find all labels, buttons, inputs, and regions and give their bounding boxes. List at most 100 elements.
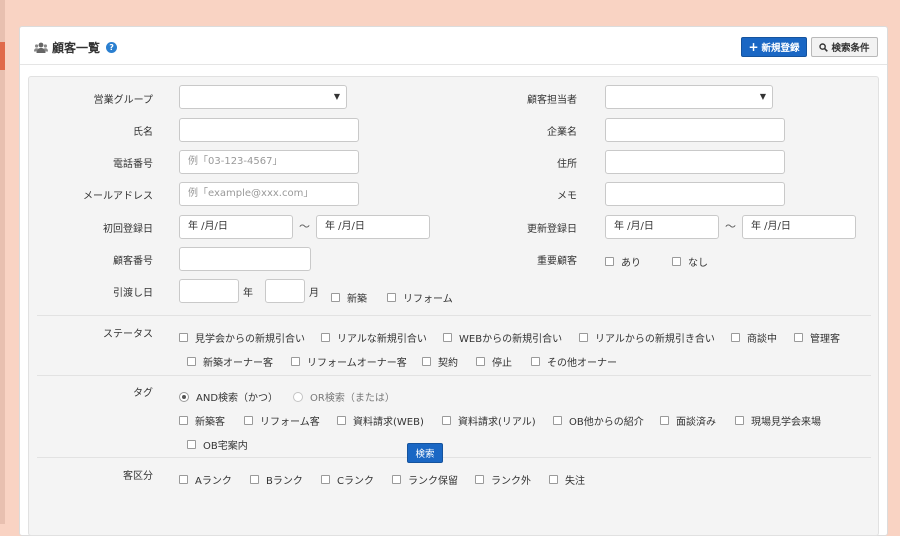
checkbox-icon xyxy=(179,333,188,342)
search-conditions-label: 検索条件 xyxy=(831,43,870,54)
option-label: リアルな新規引合い xyxy=(337,334,427,345)
company-label: 企業名 xyxy=(547,127,577,138)
checkbox-icon xyxy=(605,257,614,266)
handover-reform-checkbox[interactable]: リフォーム xyxy=(387,290,453,305)
tag-checkbox-4[interactable]: OB他からの紹介 xyxy=(553,413,644,428)
handover-year-input[interactable] xyxy=(179,279,239,303)
checkbox-icon xyxy=(392,475,401,484)
search-conditions-button[interactable]: 検索条件 xyxy=(811,37,878,57)
update-reg-to-date[interactable]: 年 /月/日 xyxy=(742,215,856,239)
dropdown-caret-icon: ▼ xyxy=(333,92,340,101)
status-checkbox-4[interactable]: 商談中 xyxy=(731,330,777,345)
class-checkbox-1[interactable]: Bランク xyxy=(250,472,303,487)
first-reg-to-date[interactable]: 年 /月/日 xyxy=(316,215,430,239)
tag-checkbox-7[interactable]: OB宅案内 xyxy=(187,437,248,452)
checkbox-icon xyxy=(443,333,452,342)
search-icon xyxy=(819,42,829,52)
class-checkbox-5[interactable]: 失注 xyxy=(549,472,585,487)
range-separator: ～ xyxy=(299,220,310,233)
address-label: 住所 xyxy=(557,159,577,170)
memo-input[interactable] xyxy=(605,182,785,206)
email-label: メールアドレス xyxy=(83,191,153,202)
option-label: WEBからの新規引合い xyxy=(459,334,563,345)
phone-input[interactable]: 例「03-123-4567」 xyxy=(179,150,359,174)
option-label: 資料請求(WEB) xyxy=(353,417,424,428)
page-title: 顧客一覧 xyxy=(52,41,101,55)
tag-or-radio[interactable]: OR検索（または） xyxy=(293,389,395,404)
option-label: 契約 xyxy=(438,358,458,369)
checkbox-icon xyxy=(179,416,188,425)
company-input[interactable] xyxy=(605,118,785,142)
section-divider xyxy=(37,457,871,458)
checkbox-icon xyxy=(579,333,588,342)
status-checkbox-8[interactable]: 契約 xyxy=(422,354,458,369)
checkbox-icon xyxy=(549,475,558,484)
section-divider xyxy=(37,315,871,316)
handover-new-build-checkbox[interactable]: 新築 xyxy=(331,290,367,305)
status-checkbox-0[interactable]: 見学会からの新規引合い xyxy=(179,330,305,345)
option-label: 停止 xyxy=(492,358,512,369)
checkbox-icon xyxy=(475,475,484,484)
checkbox-icon xyxy=(331,293,340,302)
option-label: 見学会からの新規引合い xyxy=(195,334,305,345)
class-checkbox-4[interactable]: ランク外 xyxy=(475,472,531,487)
name-input[interactable] xyxy=(179,118,359,142)
email-input[interactable]: 例「example@xxx.com」 xyxy=(179,182,359,206)
checkbox-icon xyxy=(321,333,330,342)
help-icon[interactable]: ? xyxy=(106,42,118,53)
month-unit: 月 xyxy=(309,288,319,299)
status-checkbox-5[interactable]: 管理客 xyxy=(794,330,840,345)
status-checkbox-9[interactable]: 停止 xyxy=(476,354,512,369)
option-label: AND検索（かつ） xyxy=(196,393,279,404)
status-checkbox-2[interactable]: WEBからの新規引合い xyxy=(443,330,562,345)
update-reg-from-date[interactable]: 年 /月/日 xyxy=(605,215,719,239)
search-button[interactable]: 検索 xyxy=(407,443,443,463)
checkbox-icon xyxy=(387,293,396,302)
checkbox-icon xyxy=(442,416,451,425)
checkbox-icon xyxy=(179,475,188,484)
option-label: 新築 xyxy=(347,294,367,305)
option-label: OB他からの紹介 xyxy=(569,417,644,428)
class-checkbox-3[interactable]: ランク保留 xyxy=(392,472,458,487)
tag-checkbox-3[interactable]: 資料請求(リアル) xyxy=(442,413,536,428)
option-label: 新築オーナー客 xyxy=(203,358,273,369)
status-checkbox-1[interactable]: リアルな新規引合い xyxy=(321,330,427,345)
new-register-label: 新規登録 xyxy=(761,43,800,54)
sales-group-select[interactable]: ▼ xyxy=(179,85,347,109)
class-checkbox-2[interactable]: Cランク xyxy=(321,472,374,487)
sales-group-label: 営業グループ xyxy=(93,95,153,106)
new-register-button[interactable]: + 新規登録 xyxy=(741,37,807,57)
class-checkbox-0[interactable]: Aランク xyxy=(179,472,232,487)
customer-number-input[interactable] xyxy=(179,247,311,271)
checkbox-icon xyxy=(337,416,346,425)
status-checkbox-10[interactable]: その他オーナー xyxy=(531,354,617,369)
tag-checkbox-5[interactable]: 面談済み xyxy=(660,413,716,428)
option-label: あり xyxy=(621,258,641,269)
option-label: リフォーム xyxy=(403,294,453,305)
panel-header: 顧客一覧 ? + 新規登録 検索条件 xyxy=(20,27,887,65)
first-reg-from-date[interactable]: 年 /月/日 xyxy=(179,215,293,239)
address-input[interactable] xyxy=(605,150,785,174)
checkbox-icon xyxy=(422,357,431,366)
important-yes-checkbox[interactable]: あり xyxy=(605,254,641,269)
tag-checkbox-6[interactable]: 現場見学会来場 xyxy=(735,413,821,428)
tag-checkbox-1[interactable]: リフォーム客 xyxy=(244,413,320,428)
checkbox-icon xyxy=(321,475,330,484)
status-checkbox-6[interactable]: 新築オーナー客 xyxy=(187,354,273,369)
tag-and-radio[interactable]: AND検索（かつ） xyxy=(179,389,278,404)
handover-month-input[interactable] xyxy=(265,279,305,303)
tag-checkbox-2[interactable]: 資料請求(WEB) xyxy=(337,413,424,428)
status-checkbox-3[interactable]: リアルからの新規引き合い xyxy=(579,330,715,345)
checkbox-icon xyxy=(731,333,740,342)
section-divider xyxy=(37,375,871,376)
option-label: 現場見学会来場 xyxy=(751,417,821,428)
handover-date-label: 引渡し日 xyxy=(113,288,153,299)
tag-checkbox-0[interactable]: 新築客 xyxy=(179,413,225,428)
important-no-checkbox[interactable]: なし xyxy=(672,254,708,269)
checkbox-icon xyxy=(531,357,540,366)
plus-icon: + xyxy=(748,40,759,54)
customer-rep-select[interactable]: ▼ xyxy=(605,85,773,109)
option-label: その他オーナー xyxy=(547,358,617,369)
status-checkbox-7[interactable]: リフォームオーナー客 xyxy=(291,354,407,369)
option-label: ランク外 xyxy=(491,476,531,487)
